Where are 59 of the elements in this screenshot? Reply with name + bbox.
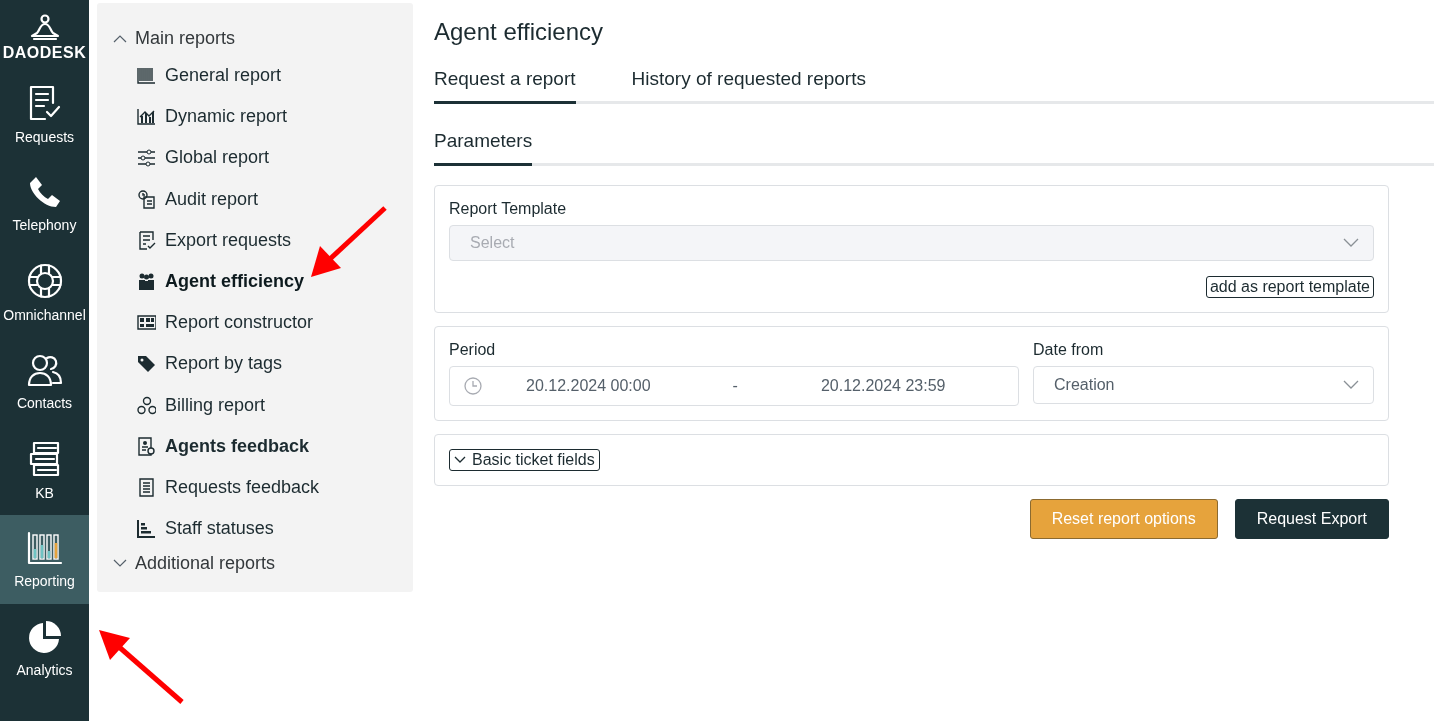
page-title: Agent efficiency xyxy=(434,18,604,46)
coins-icon xyxy=(137,395,156,415)
chevron-down-icon xyxy=(454,456,466,464)
tab[interactable]: Parameters xyxy=(434,130,533,166)
list-document-icon xyxy=(137,477,156,497)
clock-document-icon xyxy=(137,189,156,209)
report-menu-item[interactable]: Export requests xyxy=(97,219,413,261)
nav-item[interactable]: Omnichannel xyxy=(0,248,89,337)
horizontal-bars-icon xyxy=(137,519,156,539)
nav-item[interactable]: Telephony xyxy=(0,159,89,248)
menu-group[interactable]: Main reports xyxy=(97,24,236,53)
group-icon xyxy=(137,272,156,292)
bar-chart-icon xyxy=(26,530,63,565)
report-menu-item[interactable]: Global report xyxy=(97,137,413,179)
person-document-icon xyxy=(137,436,156,456)
report-menu-item[interactable]: Audit report xyxy=(97,178,413,220)
people-icon xyxy=(26,352,63,387)
grid-panel-icon xyxy=(137,313,156,333)
tab[interactable]: Request a report xyxy=(434,68,576,104)
basic-fields-toggle[interactable]: Basic ticket fields xyxy=(449,449,600,471)
report-menu-item[interactable]: Report constructor xyxy=(97,302,413,344)
report-menu-item[interactable]: Dynamic report xyxy=(97,96,413,138)
report-menu-item[interactable]: General report xyxy=(97,55,413,97)
nav-item[interactable]: Contacts xyxy=(0,337,89,426)
date-from-select[interactable]: Creation xyxy=(1033,366,1374,404)
chevron-up-icon xyxy=(113,34,127,43)
nav-item[interactable]: Requests xyxy=(0,70,89,159)
chevron-down-icon xyxy=(1343,380,1359,390)
chevron-down-icon xyxy=(1343,238,1359,248)
pie-chart-icon xyxy=(27,619,62,654)
nav-item[interactable]: Analytics xyxy=(0,604,89,693)
nav-item[interactable]: Reporting xyxy=(0,515,89,604)
request-export-button[interactable]: Request Export xyxy=(1234,499,1389,539)
report-menu-item[interactable]: Report by tags xyxy=(97,343,413,385)
meditating-figure-icon xyxy=(29,14,60,42)
date-from-value: 20.12.2024 00:00 xyxy=(526,377,651,395)
stacked-books-icon xyxy=(27,440,62,477)
field-label: Report Template xyxy=(449,200,568,218)
report-menu-item[interactable]: Billing report xyxy=(97,384,413,426)
document-check-icon xyxy=(137,230,156,250)
report-menu-item[interactable]: Agents feedback xyxy=(97,425,413,467)
tab[interactable]: History of requested reports xyxy=(631,68,866,104)
date-to-value: 20.12.2024 23:59 xyxy=(820,377,946,395)
chevron-down-icon xyxy=(113,559,127,569)
sliders-icon xyxy=(137,148,156,168)
report-menu-item[interactable]: Requests feedback xyxy=(97,466,413,509)
nav-item[interactable]: KB xyxy=(0,426,89,515)
lifebuoy-icon xyxy=(26,262,63,299)
menu-group[interactable]: Additional reports xyxy=(97,549,276,579)
logo-text: DAODESK xyxy=(2,44,87,62)
clock-icon xyxy=(464,377,482,395)
range-separator: - xyxy=(732,377,738,395)
bar-chart-icon xyxy=(137,107,156,127)
field-label: Date from xyxy=(1033,341,1105,359)
document-check-icon xyxy=(27,84,62,121)
field-label: Period xyxy=(449,341,497,359)
date-range-field[interactable]: 20.12.2024 00:00 - 20.12.2024 23:59 xyxy=(449,366,1019,406)
tag-icon xyxy=(137,354,156,374)
report-menu-item[interactable]: Staff statuses xyxy=(97,508,413,550)
